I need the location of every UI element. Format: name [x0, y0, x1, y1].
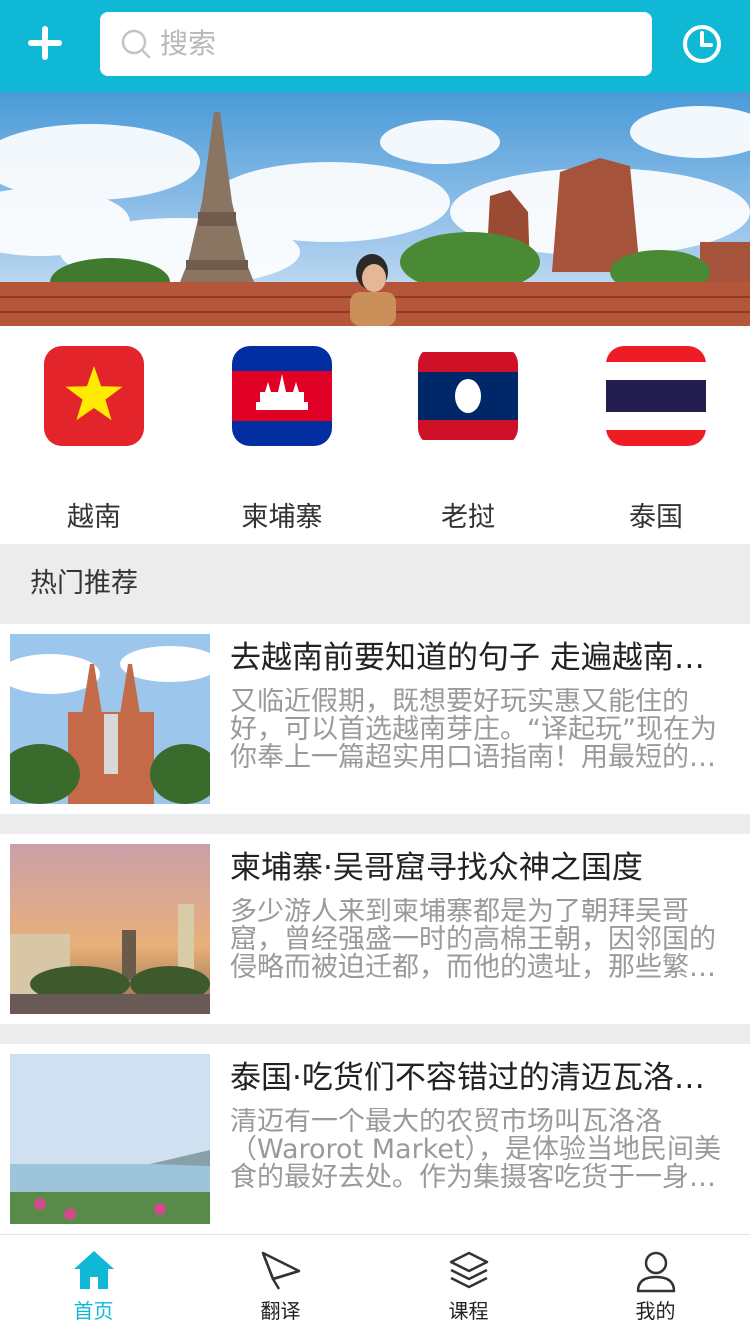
top-bar: 搜索: [0, 0, 750, 92]
section-header: 热门推荐: [0, 544, 750, 624]
tab-label: 首页: [73, 1299, 114, 1323]
search-icon: [121, 29, 151, 59]
country-name: 越南: [67, 502, 121, 533]
article-title: 去越南前要知道的句子 走遍越南…: [230, 640, 705, 676]
vietnam-flag-icon: [44, 346, 144, 446]
country-name: 柬埔寨: [241, 502, 323, 533]
clock-icon[interactable]: [680, 22, 724, 66]
article-description: 又临近假期，既想要好玩实惠又能住的好，可以首选越南芽庄。“译起玩”现在为你奉上一…: [230, 688, 717, 772]
tab-courses[interactable]: 课程: [375, 1235, 562, 1334]
thailand-flag-icon: [606, 346, 706, 446]
article-card[interactable]: 泰国·吃货们不容错过的清迈瓦洛… 清迈有一个最大的农贸市场叫瓦洛洛（Waroro…: [0, 1044, 750, 1234]
article-title: 泰国·吃货们不容错过的清迈瓦洛…: [230, 1060, 705, 1096]
tab-label: 翻译: [260, 1299, 301, 1323]
article-description: 清迈有一个最大的农贸市场叫瓦洛洛（Warorot Market），是体验当地民间…: [230, 1108, 722, 1192]
country-item-cambodia[interactable]: 柬埔寨: [212, 346, 352, 536]
banner-image[interactable]: [0, 92, 750, 326]
search-box[interactable]: 搜索: [100, 12, 652, 76]
country-item-laos[interactable]: 老挝: [398, 346, 538, 536]
home-icon: [74, 1251, 114, 1289]
article-description: 多少游人来到柬埔寨都是为了朝拜吴哥窟，曾经强盛一时的高棉王朝，因邻国的侵略而被迫…: [230, 898, 716, 982]
layers-icon: [449, 1251, 489, 1289]
article-card[interactable]: 柬埔寨·吴哥窟寻找众神之国度 多少游人来到柬埔寨都是为了朝拜吴哥窟，曾经强盛一时…: [0, 834, 750, 1024]
bottom-tab-bar: 首页 翻译 课程 我的: [0, 1234, 750, 1334]
tab-profile[interactable]: 我的: [562, 1235, 749, 1334]
country-name: 泰国: [629, 502, 683, 533]
tab-translate[interactable]: 翻译: [187, 1235, 374, 1334]
divider: [0, 1024, 750, 1044]
cambodia-flag-icon: [232, 346, 332, 446]
search-placeholder: 搜索: [160, 27, 217, 60]
divider: [0, 814, 750, 834]
article-thumbnail: [10, 844, 210, 1014]
article-card[interactable]: 去越南前要知道的句子 走遍越南… 又临近假期，既想要好玩实惠又能住的好，可以首选…: [0, 624, 750, 814]
article-thumbnail: [10, 1054, 210, 1224]
article-title: 柬埔寨·吴哥窟寻找众神之国度: [230, 850, 643, 886]
laos-flag-icon: [418, 346, 518, 446]
tab-label: 我的: [635, 1299, 676, 1323]
plus-icon[interactable]: [20, 18, 70, 68]
country-grid: 越南 柬埔寨 老挝 泰国: [0, 326, 750, 544]
temple-photo: [0, 92, 750, 326]
tab-label: 课程: [448, 1299, 489, 1323]
article-thumbnail: [10, 634, 210, 804]
country-item-thailand[interactable]: 泰国: [586, 346, 726, 536]
country-item-vietnam[interactable]: 越南: [24, 346, 164, 536]
paper-plane-icon: [261, 1251, 301, 1290]
section-title: 热门推荐: [30, 568, 138, 599]
country-name: 老挝: [441, 502, 495, 533]
user-icon: [636, 1251, 676, 1293]
tab-home[interactable]: 首页: [0, 1235, 187, 1334]
